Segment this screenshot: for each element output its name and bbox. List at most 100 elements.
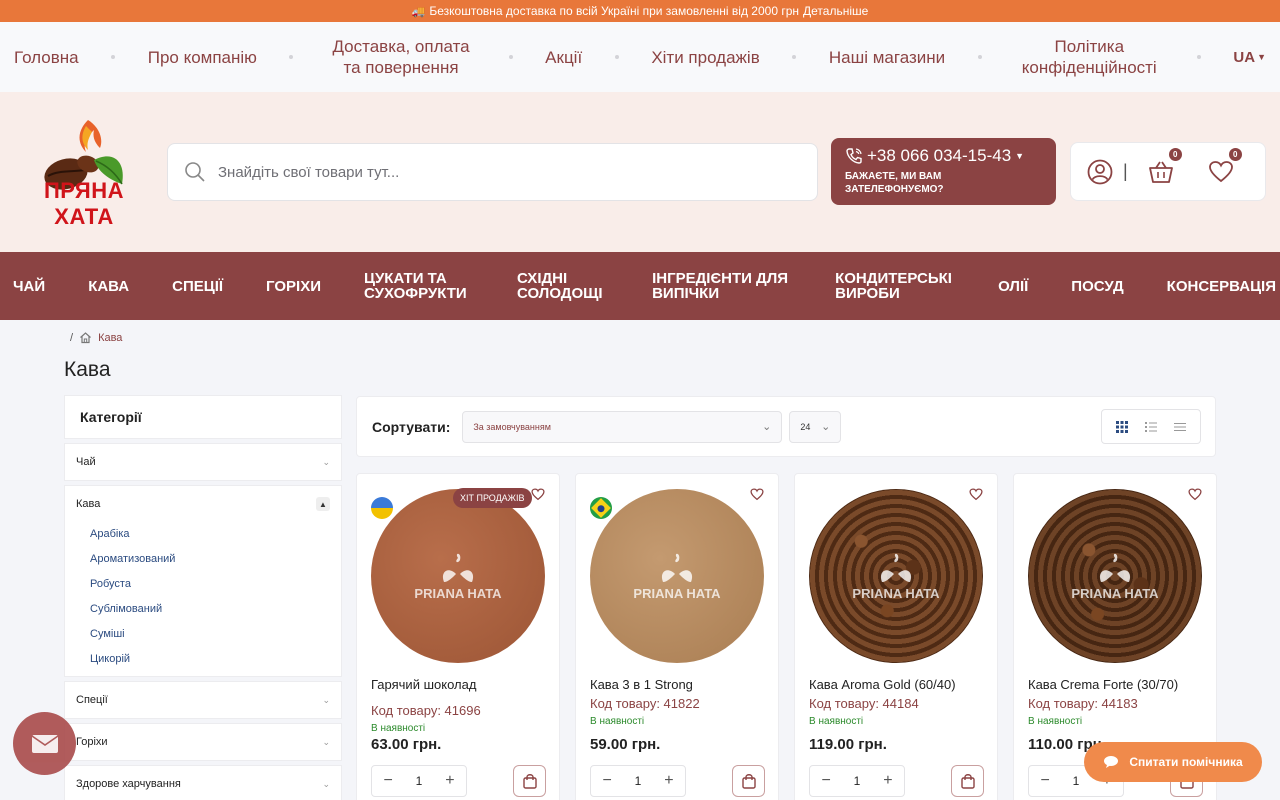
chevron-down-icon[interactable]: ⌄ [322,695,330,706]
search-box[interactable]: Знайдіть свої товари тут... [167,143,818,201]
quantity-value[interactable]: 1 [635,774,642,788]
topnav-privacy[interactable]: Політика конфіденційності [1014,36,1164,78]
wishlist-button[interactable]: 0 [1208,147,1242,184]
ask-assistant-label: Спитати помічника [1129,755,1243,769]
wishlist-heart-icon[interactable] [1188,488,1202,501]
sort-select[interactable]: За замовчуванням ⌄ [462,410,783,443]
watermark-text: PRIANA HATA [852,585,940,601]
breadcrumb-current[interactable]: Кава [98,332,122,344]
product-image[interactable]: PRIANA HATA [1028,489,1202,663]
sidebar-item-label[interactable]: Спеції [76,694,108,706]
quantity-stepper[interactable]: − 1 + [371,765,467,797]
product-name[interactable]: Кава Aroma Gold (60/40) [809,677,956,692]
product-name[interactable]: Гарячий шоколад [371,677,476,692]
watermark-leaf-icon [661,553,693,582]
sidebar-item-label[interactable]: Здорове харчування [76,778,181,790]
list-view-icon[interactable] [1144,421,1157,433]
topnav-bestsellers[interactable]: Хіти продажів [651,47,759,68]
category-dishes[interactable]: ПОСУД [1071,279,1123,294]
subcategory-blends[interactable]: Суміші [90,622,330,647]
subcategory-arabica[interactable]: Арабіка [90,522,330,547]
subcategory-chicory[interactable]: Цикорій [90,647,330,672]
plus-icon[interactable]: + [445,772,454,790]
chevron-down-icon[interactable]: ⌄ [322,779,330,790]
category-oriental-sweets[interactable]: СХІДНІ СОЛОДОЩІ [517,271,609,301]
quantity-stepper[interactable]: − 1 + [590,765,686,797]
chevron-down-icon[interactable]: ⌄ [322,737,330,748]
product-name[interactable]: Кава 3 в 1 Strong [590,677,693,692]
minus-icon[interactable]: − [1040,772,1049,790]
home-icon[interactable] [79,331,92,344]
minus-icon[interactable]: − [383,772,392,790]
product-card[interactable]: PRIANA HATA Кава 3 в 1 Strong Код товару… [575,473,779,800]
topnav-sales[interactable]: Акції [545,47,582,68]
category-coffee[interactable]: КАВА [88,279,129,294]
add-to-cart-button[interactable] [732,765,765,797]
category-baking-ingredients[interactable]: ІНГРЕДІЄНТИ ДЛЯ ВИПІЧКИ [652,271,792,301]
category-oils[interactable]: ОЛІЇ [998,279,1028,294]
quantity-value[interactable]: 1 [854,774,861,788]
nav-separator [289,55,294,59]
category-spices[interactable]: СПЕЦІЇ [172,279,223,294]
product-image[interactable]: PRIANA HATA [590,489,764,663]
sidebar-item-tea[interactable]: Чай ⌄ [64,443,342,481]
grid-view-icon[interactable] [1116,420,1129,433]
sidebar-item-coffee[interactable]: Кава ▲ Арабіка Ароматизований Робуста Суб… [64,485,342,677]
chevron-up-icon[interactable]: ▲ [316,497,330,511]
promo-more-link[interactable]: Детальніше [803,4,868,18]
minus-icon[interactable]: − [821,772,830,790]
sidebar-item-nuts[interactable]: Горіхи ⌄ [64,723,342,761]
logo-text: ПРЯНА ХАТА [43,178,125,229]
category-tea[interactable]: ЧАЙ [13,279,45,294]
phone-block[interactable]: +38 066 034-15-43 ▼ БАЖАЄТЕ, МИ ВАМ ЗАТЕ… [831,138,1056,205]
category-confectionery[interactable]: КОНДИТЕРСЬКІ ВИРОБИ [835,271,955,301]
plus-icon[interactable]: + [883,772,892,790]
caret-down-icon[interactable]: ▼ [1015,151,1024,161]
plus-icon[interactable]: + [664,772,673,790]
compact-list-icon[interactable] [1173,421,1186,433]
wishlist-heart-icon[interactable] [750,488,764,501]
product-image[interactable]: PRIANA HATA [809,489,983,663]
language-selector[interactable]: UA ▼ [1233,49,1266,66]
sidebar-item-spices[interactable]: Спеції ⌄ [64,681,342,719]
contact-mail-button[interactable] [13,712,76,775]
user-account-icon[interactable] [1087,159,1113,185]
quantity-value[interactable]: 1 [1073,774,1080,788]
per-page-select[interactable]: 24 ⌄ [789,410,842,443]
product-image[interactable]: PRIANA HATA [371,489,545,663]
topnav-about[interactable]: Про компанію [148,47,257,68]
wishlist-heart-icon[interactable] [531,488,545,501]
language-value: UA [1233,48,1256,66]
cart-button[interactable]: 0 [1148,147,1182,184]
category-nuts[interactable]: ГОРІХИ [266,279,321,294]
quantity-stepper[interactable]: − 1 + [809,765,905,797]
callback-link[interactable]: БАЖАЄТЕ, МИ ВАМ ЗАТЕЛЕФОНУЄМО? [845,170,1042,196]
sidebar-item-label[interactable]: Чай [76,456,96,468]
chevron-down-icon[interactable]: ⌄ [322,457,330,468]
phone-number[interactable]: +38 066 034-15-43 [867,146,1011,166]
product-card[interactable]: PRIANA HATA Кава Aroma Gold (60/40) Код … [794,473,998,800]
search-input[interactable]: Знайдіть свої товари тут... [218,164,399,181]
product-name[interactable]: Кава Crema Forte (30/70) [1028,677,1178,692]
category-preserves[interactable]: КОНСЕРВАЦІЯ [1167,279,1276,294]
sidebar-item-label[interactable]: Горіхи [76,736,108,748]
sidebar-item-healthy-food[interactable]: Здорове харчування ⌄ [64,765,342,800]
sidebar-item-label[interactable]: Кава [76,498,100,510]
product-card[interactable]: PRIANA HATA ХІТ ПРОДАЖІВ Гарячий шоколад… [356,473,560,800]
topnav-delivery[interactable]: Доставка, оплата та повернення [326,36,476,78]
topnav-home[interactable]: Головна [14,47,79,68]
subcategory-robusta[interactable]: Робуста [90,572,330,597]
wishlist-heart-icon[interactable] [969,488,983,501]
subcategory-flavored[interactable]: Ароматизований [90,547,330,572]
add-to-cart-button[interactable] [951,765,984,797]
topnav-stores[interactable]: Наші магазини [829,47,945,68]
quantity-value[interactable]: 1 [416,774,423,788]
site-logo[interactable]: ПРЯНА ХАТА [18,114,150,230]
category-candied-fruits[interactable]: ЦУКАТИ ТА СУХОФРУКТИ [364,271,474,301]
category-sidebar: Категорії Чай ⌄ Кава ▲ Арабіка Ароматизова… [64,395,342,800]
subcategory-instant[interactable]: Сублімований [90,597,330,622]
minus-icon[interactable]: − [602,772,611,790]
add-to-cart-button[interactable] [513,765,546,797]
ask-assistant-button[interactable]: Спитати помічника [1084,742,1262,782]
sort-label: Сортувати: [372,418,451,435]
